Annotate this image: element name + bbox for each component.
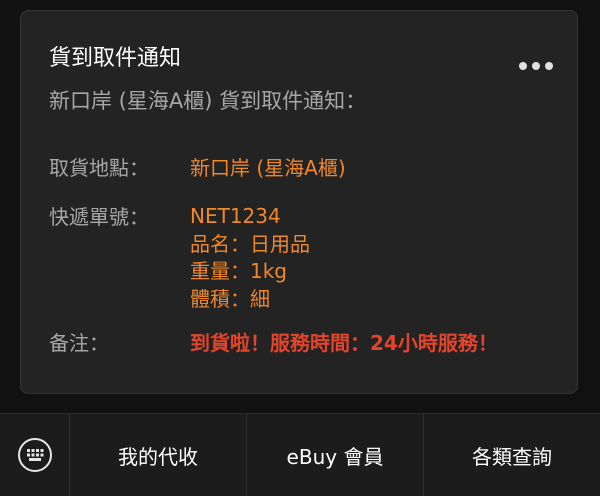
pickup-location-label: 取貨地點： [49,156,149,180]
tab-my-collections[interactable]: 我的代收 [70,414,247,496]
bottom-menu-bar: 我的代收 eBuy 會員 各類查詢 [0,413,600,496]
tracking-number-label: 快遞單號： [49,205,149,229]
keyboard-toggle-button[interactable] [0,414,70,496]
remarks-value: 到貨啦！服務時間：24小時服務！ [190,331,498,355]
dot [519,62,527,70]
tracking-details: NET1234 品名：日用品 重量：1kg 體積：細 [190,203,310,313]
volume-value: 體積：細 [190,286,270,311]
dot [545,62,553,70]
pickup-location-value: 新口岸 (星海A櫃) [190,156,346,180]
tab-queries[interactable]: 各類查詢 [424,414,600,496]
tab-ebuy-member[interactable]: eBuy 會員 [247,414,424,496]
keyboard-icon [17,438,52,472]
card-subtitle: 新口岸 (星海A櫃) 貨到取件通知： [49,89,367,113]
more-options-icon[interactable] [519,61,553,71]
notification-card: 貨到取件通知 新口岸 (星海A櫃) 貨到取件通知： 取貨地點： 新口岸 (星海A… [20,10,578,394]
item-name-value: 品名：日用品 [190,231,310,256]
card-title: 貨到取件通知 [49,46,182,71]
remarks-label: 备注： [49,331,109,355]
dot [532,62,540,70]
weight-value: 重量：1kg [190,259,288,283]
tracking-number-value: NET1234 [190,204,281,228]
